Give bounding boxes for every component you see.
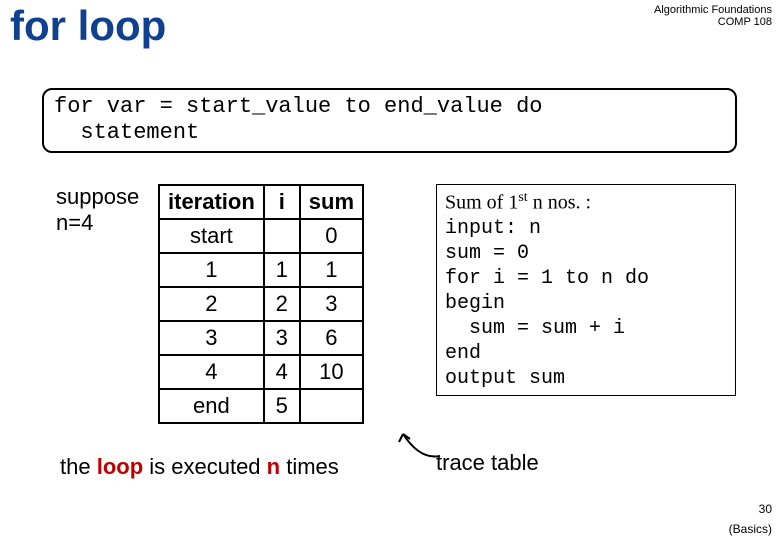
cell: 2 xyxy=(264,287,300,321)
suppose-line2: n=4 xyxy=(56,210,139,236)
table-row: 3 3 6 xyxy=(159,321,363,355)
suppose-caption: suppose n=4 xyxy=(56,184,139,237)
col-i: i xyxy=(264,185,300,219)
cell: 4 xyxy=(264,355,300,389)
cell: 4 xyxy=(159,355,264,389)
algo-line: end xyxy=(445,341,727,366)
algorithm-box: Sum of 1st n nos. : input: n sum = 0 for… xyxy=(436,184,736,396)
suppose-line1: suppose xyxy=(56,184,139,210)
cell: 5 xyxy=(264,389,300,423)
cell: 0 xyxy=(300,219,363,253)
algo-heading-suffix: n nos. : xyxy=(528,192,591,214)
cell: 1 xyxy=(300,253,363,287)
table-row: 4 4 10 xyxy=(159,355,363,389)
syntax-box: for var = start_value to end_value do st… xyxy=(42,88,737,153)
trace-table-label: trace table xyxy=(436,450,539,476)
algo-line: sum = sum + i xyxy=(445,316,727,341)
algo-line: input: n xyxy=(445,216,727,241)
course-line2: COMP 108 xyxy=(654,16,772,28)
cell: 3 xyxy=(264,321,300,355)
cell xyxy=(300,389,363,423)
cell: 3 xyxy=(159,321,264,355)
algo-line: for i = 1 to n do xyxy=(445,266,727,291)
note-n: n xyxy=(267,454,280,479)
note-t1: the xyxy=(60,454,97,479)
table-row: 1 1 1 xyxy=(159,253,363,287)
algo-heading-prefix: Sum of 1 xyxy=(445,192,518,214)
table-row: 2 2 3 xyxy=(159,287,363,321)
cell: 10 xyxy=(300,355,363,389)
algo-heading: Sum of 1st n nos. : xyxy=(445,189,727,216)
col-sum: sum xyxy=(300,185,363,219)
cell: start xyxy=(159,219,264,253)
cell: 3 xyxy=(300,287,363,321)
algo-line: begin xyxy=(445,291,727,316)
loop-note: the loop is executed n times xyxy=(60,454,339,480)
cell: 1 xyxy=(264,253,300,287)
syntax-line2: statement xyxy=(54,120,725,146)
cell: 2 xyxy=(159,287,264,321)
cell: 1 xyxy=(159,253,264,287)
col-iteration: iteration xyxy=(159,185,264,219)
note-loop: loop xyxy=(97,454,143,479)
cell: 6 xyxy=(300,321,363,355)
note-t2: is executed xyxy=(143,454,267,479)
table-header-row: iteration i sum xyxy=(159,185,363,219)
trace-table: iteration i sum start 0 1 1 1 2 2 3 3 3 … xyxy=(158,184,364,424)
page-number: 30 xyxy=(759,502,772,516)
course-header: Algorithmic Foundations COMP 108 xyxy=(654,4,772,28)
syntax-line1: for var = start_value to end_value do xyxy=(54,94,725,120)
algo-line: sum = 0 xyxy=(445,241,727,266)
algo-line: output sum xyxy=(445,366,727,391)
table-row: end 5 xyxy=(159,389,363,423)
slide-title: for loop xyxy=(10,2,166,50)
cell: end xyxy=(159,389,264,423)
table-row: start 0 xyxy=(159,219,363,253)
cell xyxy=(264,219,300,253)
algo-heading-sup: st xyxy=(518,190,527,205)
course-line1: Algorithmic Foundations xyxy=(654,4,772,16)
note-t3: times xyxy=(280,454,339,479)
footer-text: (Basics) xyxy=(729,522,772,536)
